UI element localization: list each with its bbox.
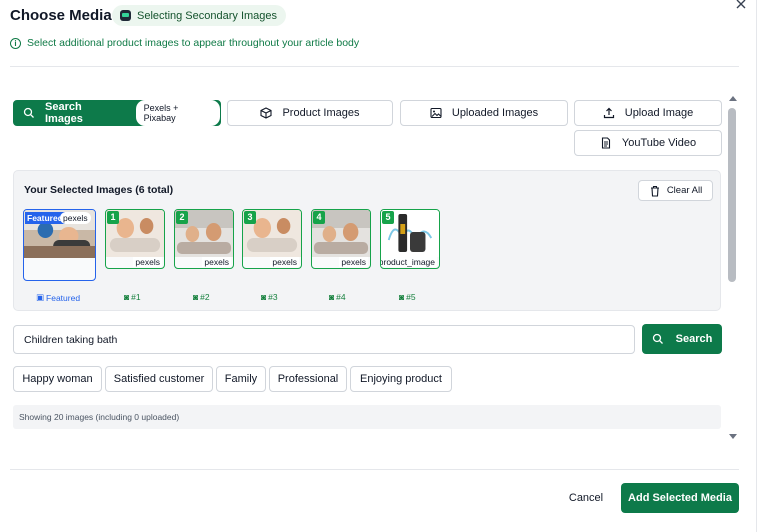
selected-image-4[interactable]: 4 pexels [311,209,371,269]
search-icon [23,107,35,119]
order-badge: 1 [107,211,119,224]
close-icon[interactable] [735,0,747,10]
header-divider [10,66,739,67]
results-status: Showing 20 images (including 0 uploaded) [13,405,721,429]
order-badge: 2 [176,211,188,224]
box-icon [260,107,273,119]
selected-caption: ◙ #3 [261,292,278,302]
search-button-label: Search [675,333,713,345]
source-tag: product_image [381,257,437,267]
mode-pill-label: Selecting Secondary Images [137,9,278,22]
add-selected-media-button[interactable]: Add Selected Media [621,483,739,513]
upload-icon [603,107,615,119]
tab-label: Search Images [45,101,83,125]
scrollbar-thumb[interactable] [728,108,736,282]
document-icon [600,137,612,149]
source-tag: pexels [339,257,368,267]
selected-caption: ◙ #4 [329,292,346,302]
mode-pill: Selecting Secondary Images [112,5,287,26]
selected-image-1[interactable]: 1 pexels [105,209,165,269]
selected-image-3[interactable]: 3 pexels [242,209,302,269]
camera-icon: ◙ [124,292,130,302]
selected-caption: ◙ #5 [399,292,416,302]
selected-image-2[interactable]: 2 pexels [174,209,234,269]
dialog-title: Choose Media [10,7,112,24]
camera-icon: ◙ [261,292,267,302]
tab-youtube-video[interactable]: YouTube Video [574,130,722,156]
camera-icon: ◙ [399,292,405,302]
clear-all-label: Clear All [666,185,703,196]
dialog-subtitle: i Select additional product images to ap… [10,37,359,49]
subtitle-text: Select additional product images to appe… [27,37,360,49]
selected-caption: ◙ #2 [193,292,210,302]
search-button[interactable]: Search [642,324,722,354]
suggestion-chip[interactable]: Professional [269,366,347,392]
choose-media-dialog: Choose Media Selecting Secondary Images … [0,0,757,532]
tab-search-images[interactable]: Search Images Pexels + Pixabay [13,100,221,126]
source-tag: pexels [202,257,231,267]
tab-product-images[interactable]: Product Images [227,100,393,126]
tab-label: Product Images [282,107,360,119]
order-badge: 3 [244,211,256,224]
camera-icon: ◙ [193,292,199,302]
selected-image-5[interactable]: 5 product_image [380,209,440,269]
image-icon: ▣ [36,292,45,302]
image-icon [430,107,442,119]
tab-uploaded-images[interactable]: Uploaded Images [400,100,568,126]
scroll-up-icon[interactable] [729,96,737,101]
tab-label: YouTube Video [621,137,697,149]
info-icon: i [10,37,21,49]
source-tag: pexels [133,257,162,267]
search-icon [652,333,664,345]
search-input[interactable] [13,325,635,354]
cancel-button[interactable]: Cancel [563,489,609,507]
scrollbar[interactable] [727,96,739,442]
selected-images-title: Your Selected Images (6 total) [24,184,174,196]
tab-upload-image[interactable]: Upload Image [574,100,722,126]
order-badge: 4 [313,211,325,224]
scroll-down-icon[interactable] [729,434,737,439]
clear-all-button[interactable]: Clear All [638,180,713,201]
selected-images-panel: Your Selected Images (6 total) Clear All… [13,170,721,311]
trash-icon [649,185,661,197]
source-tag: pexels [60,212,91,224]
source-tag: pexels [270,257,299,267]
source-badge: Pexels + Pixabay [135,100,220,126]
suggestion-chip[interactable]: Satisfied customer [105,366,213,392]
suggestion-chip[interactable]: Enjoying product [350,366,452,392]
suggestion-chip[interactable]: Happy woman [13,366,102,392]
featured-caption: ▣ Featured [36,292,81,303]
tab-label: Upload Image [624,107,694,119]
featured-badge: Featured [25,212,65,224]
footer-divider [10,469,739,470]
tab-label: Uploaded Images [451,107,539,119]
selected-image-featured[interactable]: Featured pexels [23,209,96,281]
selected-caption: ◙ #1 [124,292,141,302]
camera-icon [120,10,131,21]
suggestion-chip[interactable]: Family [216,366,266,392]
order-badge: 5 [382,211,394,224]
camera-icon: ◙ [329,292,335,302]
